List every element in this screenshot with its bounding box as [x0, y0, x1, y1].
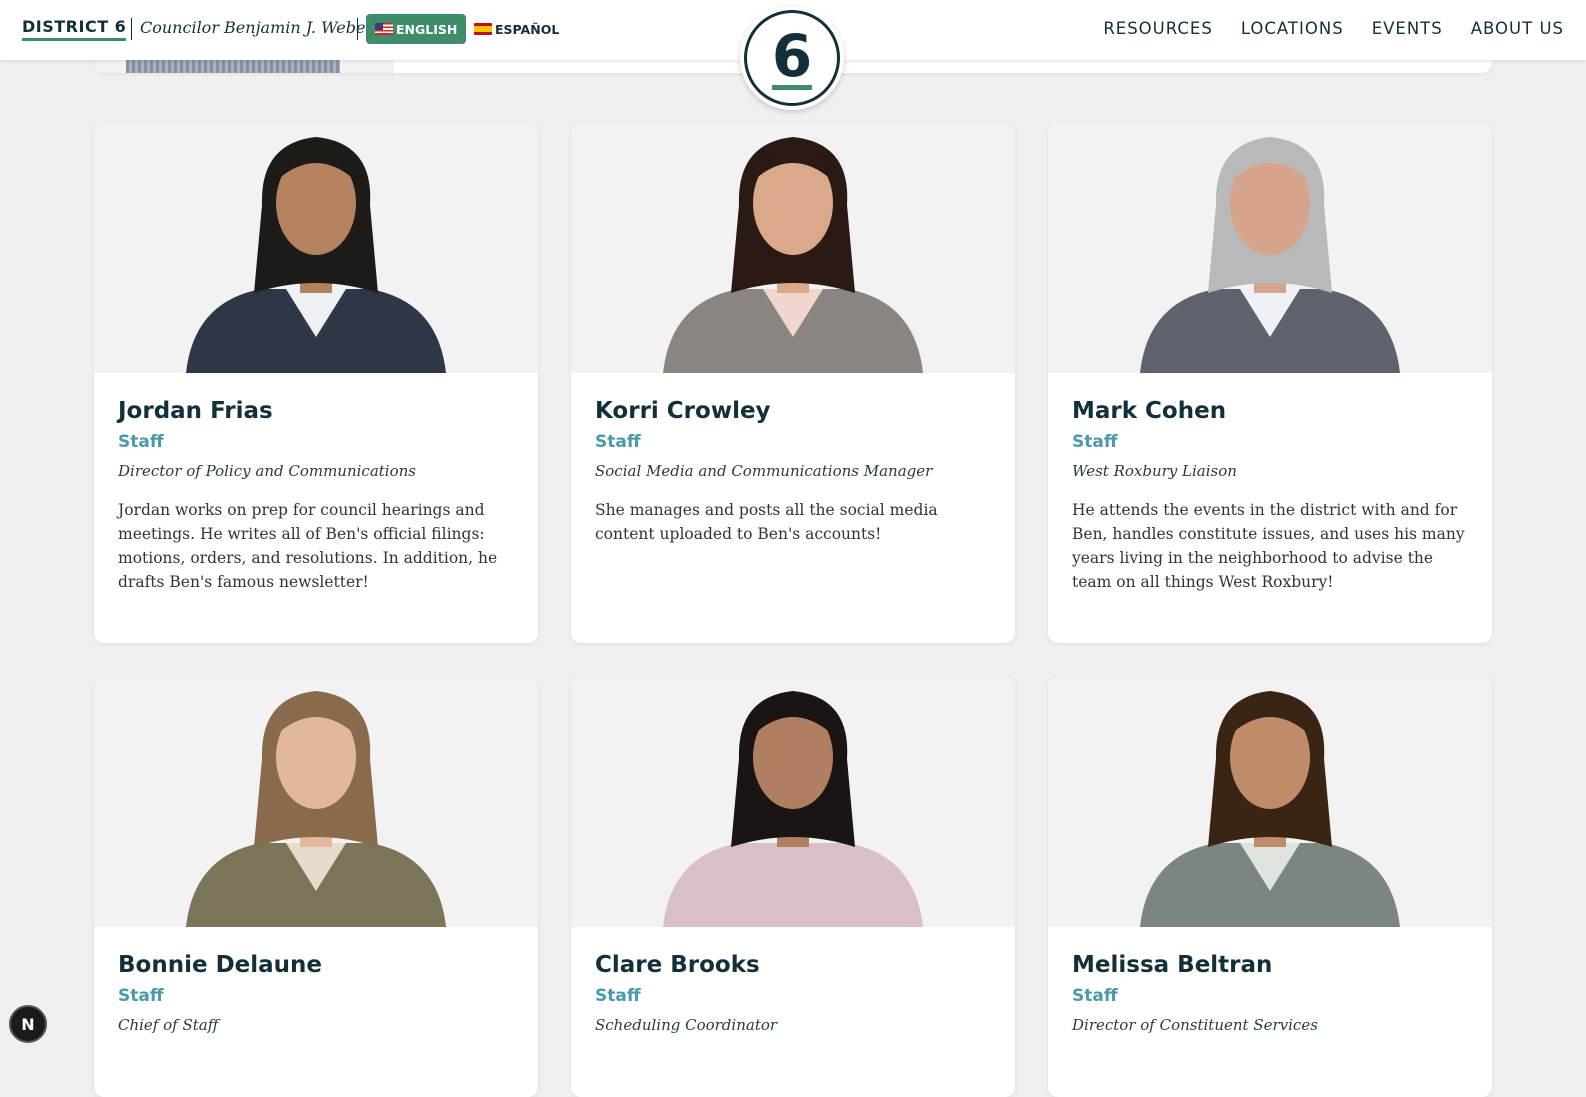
staff-name: Melissa Beltran — [1072, 952, 1273, 978]
district-badge-number: 6 — [771, 22, 813, 90]
main-nav: RESOURCES LOCATIONS EVENTS ABOUT US — [1103, 19, 1564, 38]
councilor-name: Councilor Benjamin J. Weber — [140, 18, 374, 37]
staff-card: Jordan Frias Staff Director of Policy an… — [94, 123, 538, 643]
nav-about-us[interactable]: ABOUT US — [1471, 19, 1564, 38]
staff-title: West Roxbury Liaison — [1072, 462, 1237, 480]
staff-role: Staff — [595, 432, 641, 452]
language-english-button[interactable]: ENGLISH — [366, 14, 467, 44]
language-english-label: ENGLISH — [396, 21, 458, 37]
staff-title: Scheduling Coordinator — [595, 1016, 778, 1034]
staff-bio: Jordan works on prep for council hearing… — [118, 501, 498, 591]
staff-card: Clare Brooks Staff Scheduling Coordinato… — [571, 677, 1015, 1097]
staff-bio: She manages and posts all the social med… — [595, 501, 938, 543]
language-spanish-label: ESPAÑOL — [495, 21, 560, 37]
staff-card: Korri Crowley Staff Social Media and Com… — [571, 123, 1015, 643]
dev-tools-n-icon[interactable]: N — [9, 1005, 47, 1043]
staff-role: Staff — [1072, 986, 1118, 1006]
language-spanish-button[interactable]: ESPAÑOL — [468, 14, 565, 44]
staff-title: Chief of Staff — [118, 1016, 219, 1034]
staff-title: Director of Policy and Communications — [118, 462, 416, 480]
district-badge-logo[interactable]: 6 — [740, 6, 844, 110]
staff-title: Director of Constituent Services — [1072, 1016, 1318, 1034]
staff-role: Staff — [118, 986, 164, 1006]
staff-title: Social Media and Communications Manager — [595, 462, 933, 480]
staff-role: Staff — [118, 432, 164, 452]
divider — [131, 18, 132, 40]
staff-name: Clare Brooks — [595, 952, 760, 978]
portrait-image — [663, 691, 923, 927]
us-flag-icon — [375, 23, 393, 35]
portrait-image — [1140, 691, 1400, 927]
district-badge-ring: 6 — [744, 10, 840, 106]
portrait-image — [1140, 137, 1400, 373]
portrait-image — [186, 691, 446, 927]
staff-bio: He attends the events in the district wi… — [1072, 501, 1465, 591]
staff-name: Bonnie Delaune — [118, 952, 323, 978]
staff-card: Mark Cohen Staff West Roxbury Liaison He… — [1048, 123, 1492, 643]
site-logo[interactable]: DISTRICT 6 — [22, 17, 127, 41]
spain-flag-icon — [474, 23, 492, 35]
staff-name: Korri Crowley — [595, 398, 771, 424]
staff-photo — [94, 123, 538, 373]
staff-name: Jordan Frias — [118, 398, 273, 424]
portrait-image — [186, 137, 446, 373]
staff-photo — [1048, 123, 1492, 373]
divider — [357, 18, 358, 40]
staff-card: Melissa Beltran Staff Director of Consti… — [1048, 677, 1492, 1097]
staff-name: Mark Cohen — [1072, 398, 1227, 424]
staff-photo — [1048, 677, 1492, 927]
staff-photo — [94, 677, 538, 927]
district-badge-underline — [772, 85, 812, 90]
staff-card: Bonnie Delaune Staff Chief of Staff — [94, 677, 538, 1097]
portrait-image — [663, 137, 923, 373]
nav-resources[interactable]: RESOURCES — [1103, 19, 1213, 38]
staff-role: Staff — [1072, 432, 1118, 452]
staff-role: Staff — [595, 986, 641, 1006]
staff-photo — [571, 677, 1015, 927]
staff-photo — [571, 123, 1015, 373]
nav-events[interactable]: EVENTS — [1372, 19, 1443, 38]
nav-locations[interactable]: LOCATIONS — [1241, 19, 1344, 38]
